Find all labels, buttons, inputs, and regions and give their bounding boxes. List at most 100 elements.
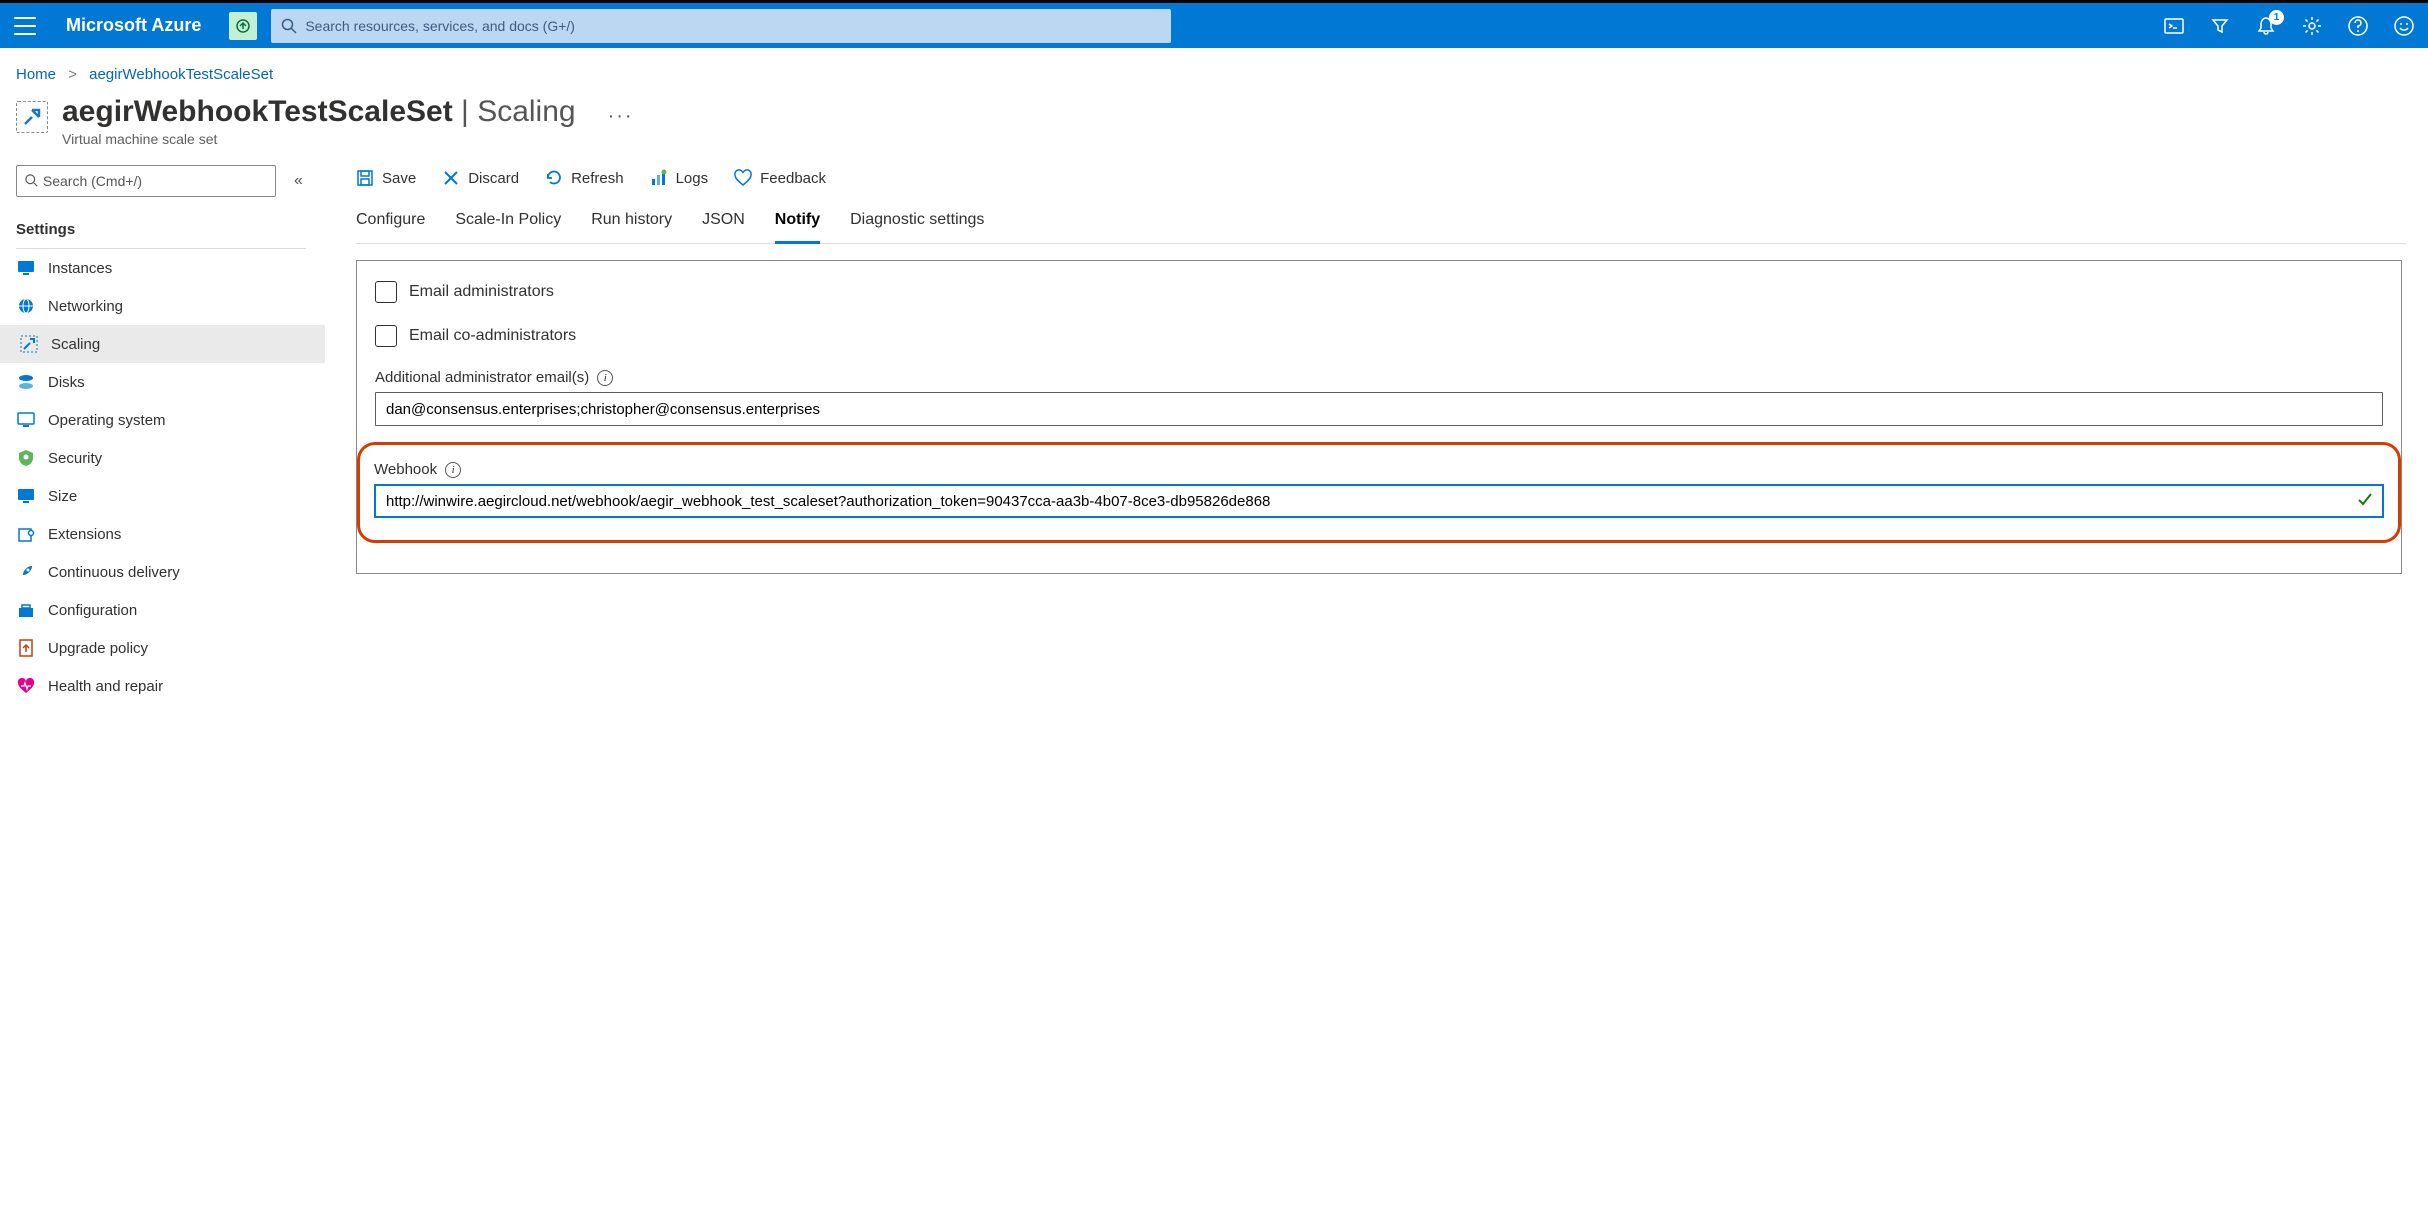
breadcrumb: Home > aegirWebhookTestScaleSet — [16, 66, 2406, 83]
sidebar-item-label: Instances — [48, 260, 112, 277]
email-admins-row: Email administrators — [375, 281, 2383, 303]
sidebar-nav: Instances Networking Scaling Disks Opera… — [0, 249, 325, 705]
toolbar-label: Feedback — [760, 170, 826, 187]
resource-name: aegirWebhookTestScaleSet — [62, 95, 453, 128]
sidebar-search-placeholder: Search (Cmd+/) — [43, 173, 142, 189]
sidebar-item-label: Disks — [48, 374, 85, 391]
email-admins-label: Email administrators — [409, 283, 554, 301]
resource-type-label: Virtual machine scale set — [62, 131, 576, 147]
tabs: Configure Scale-In Policy Run history JS… — [356, 203, 2406, 244]
toolbar-label: Refresh — [571, 170, 624, 187]
scale-icon — [19, 334, 39, 354]
webhook-highlight: Webhook i — [357, 442, 2401, 543]
notify-panel: Email administrators Email co-administra… — [356, 260, 2402, 574]
settings-icon[interactable] — [2302, 16, 2322, 36]
global-search-input[interactable]: Search resources, services, and docs (G+… — [271, 9, 1171, 43]
sidebar-item-extensions[interactable]: Extensions — [0, 515, 325, 553]
tab-notify[interactable]: Notify — [775, 203, 820, 244]
sidebar-item-networking[interactable]: Networking — [0, 287, 325, 325]
brand-label[interactable]: Microsoft Azure — [66, 15, 201, 36]
info-icon[interactable]: i — [597, 370, 613, 386]
sidebar-item-label: Security — [48, 450, 102, 467]
email-coadmins-row: Email co-administrators — [375, 325, 2383, 347]
tab-scale-in-policy[interactable]: Scale-In Policy — [455, 203, 561, 243]
sidebar-item-security[interactable]: Security — [0, 439, 325, 477]
additional-emails-label: Additional administrator email(s) i — [375, 369, 2383, 386]
tab-configure[interactable]: Configure — [356, 203, 425, 243]
topbar-right: 1 — [2164, 16, 2414, 36]
additional-emails-input[interactable] — [375, 392, 2383, 426]
breadcrumb-current[interactable]: aegirWebhookTestScaleSet — [89, 66, 273, 83]
tab-diagnostic[interactable]: Diagnostic settings — [850, 203, 984, 243]
section-name: Scaling — [477, 95, 575, 128]
search-icon — [281, 18, 297, 34]
breadcrumb-separator: > — [68, 66, 77, 83]
sidebar-item-label: Size — [48, 488, 77, 505]
save-icon — [356, 169, 374, 187]
search-icon — [25, 174, 39, 188]
sidebar: Search (Cmd+/) « Settings Instances Netw… — [16, 165, 336, 705]
webhook-label: Webhook i — [374, 461, 2384, 478]
main-content: Save Discard Refresh Logs Feedback — [356, 165, 2406, 705]
disks-icon — [16, 372, 36, 392]
cloud-shell-icon[interactable] — [2164, 16, 2184, 36]
azure-topbar: Microsoft Azure Search resources, servic… — [0, 0, 2428, 48]
monitor-icon — [16, 258, 36, 278]
more-actions-button[interactable]: ··· — [608, 105, 634, 128]
sidebar-item-size[interactable]: Size — [0, 477, 325, 515]
email-admins-checkbox[interactable] — [375, 281, 397, 303]
webhook-input[interactable] — [374, 484, 2384, 518]
feedback-button[interactable]: Feedback — [734, 169, 826, 187]
heartbeat-icon — [16, 676, 36, 696]
info-icon[interactable]: i — [445, 462, 461, 478]
help-icon[interactable] — [2348, 16, 2368, 36]
sidebar-item-label: Extensions — [48, 526, 121, 543]
toolbar: Save Discard Refresh Logs Feedback — [356, 165, 2406, 187]
sidebar-item-label: Scaling — [51, 336, 100, 353]
breadcrumb-home[interactable]: Home — [16, 66, 56, 83]
notification-count: 1 — [2269, 10, 2284, 25]
sidebar-item-disks[interactable]: Disks — [0, 363, 325, 401]
menu-icon[interactable] — [14, 17, 36, 35]
tab-run-history[interactable]: Run history — [591, 203, 672, 243]
collapse-sidebar-icon[interactable]: « — [294, 172, 299, 190]
globe-icon — [16, 296, 36, 316]
sidebar-item-scaling[interactable]: Scaling — [0, 325, 325, 363]
sidebar-item-label: Upgrade policy — [48, 640, 148, 657]
up-arrow-icon[interactable] — [229, 12, 257, 40]
puzzle-icon — [16, 524, 36, 544]
document-up-icon — [16, 638, 36, 658]
notifications-icon[interactable]: 1 — [2256, 16, 2276, 36]
toolbox-icon — [16, 600, 36, 620]
sidebar-item-label: Configuration — [48, 602, 137, 619]
chart-icon — [650, 169, 668, 187]
close-icon — [442, 169, 460, 187]
sidebar-item-instances[interactable]: Instances — [0, 249, 325, 287]
rocket-icon — [16, 562, 36, 582]
refresh-icon — [545, 169, 563, 187]
sidebar-item-label: Health and repair — [48, 678, 163, 695]
sidebar-section-header: Settings — [16, 215, 306, 249]
sidebar-item-health[interactable]: Health and repair — [0, 667, 325, 705]
email-coadmins-label: Email co-administrators — [409, 327, 576, 345]
page-title-block: aegirWebhookTestScaleSet | Scaling Virtu… — [16, 95, 2406, 147]
sidebar-item-upgrade[interactable]: Upgrade policy — [0, 629, 325, 667]
save-button[interactable]: Save — [356, 169, 416, 187]
monitor-icon — [16, 410, 36, 430]
tab-json[interactable]: JSON — [702, 203, 745, 243]
feedback-smiley-icon[interactable] — [2394, 16, 2414, 36]
sidebar-item-config[interactable]: Configuration — [0, 591, 325, 629]
sidebar-item-os[interactable]: Operating system — [0, 401, 325, 439]
monitor-icon — [16, 486, 36, 506]
discard-button[interactable]: Discard — [442, 169, 519, 187]
toolbar-label: Logs — [676, 170, 709, 187]
page-title: aegirWebhookTestScaleSet | Scaling — [62, 95, 576, 129]
sidebar-search-input[interactable]: Search (Cmd+/) — [16, 165, 276, 197]
refresh-button[interactable]: Refresh — [545, 169, 624, 187]
toolbar-label: Discard — [468, 170, 519, 187]
email-coadmins-checkbox[interactable] — [375, 325, 397, 347]
logs-button[interactable]: Logs — [650, 169, 709, 187]
sidebar-item-cd[interactable]: Continuous delivery — [0, 553, 325, 591]
heart-icon — [734, 169, 752, 187]
filter-icon[interactable] — [2210, 16, 2230, 36]
